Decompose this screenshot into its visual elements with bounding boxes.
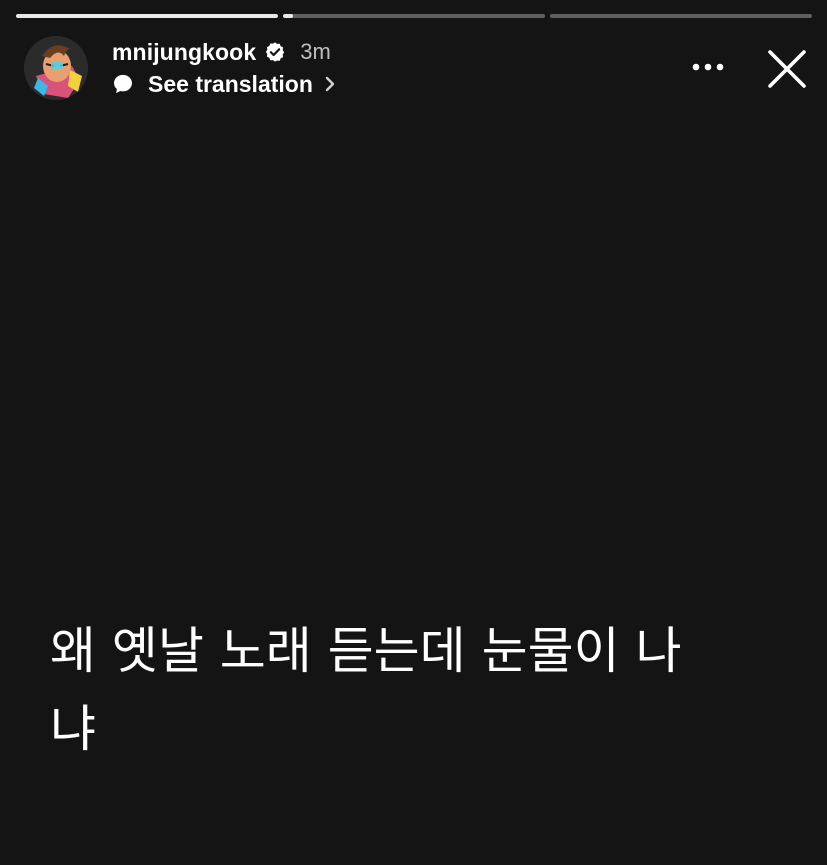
more-horizontal-icon <box>692 63 724 71</box>
username[interactable]: mnijungkook <box>112 39 256 66</box>
verified-badge-icon <box>264 41 286 63</box>
story-text-line: 왜 옛날 노래 듣는데 눈물이 나 <box>50 622 682 680</box>
story-text-line: 냐 <box>50 700 96 758</box>
progress-segment <box>550 14 812 18</box>
story-text: 왜 옛날 노래 듣는데 눈물이 나 냐 <box>50 612 790 768</box>
time-ago: 3m <box>300 39 331 64</box>
progress-fill <box>283 14 294 18</box>
progress-segment <box>16 14 278 18</box>
progress-fill <box>16 14 278 18</box>
user-line: mnijungkook 3m <box>112 38 331 66</box>
chat-bubble-icon <box>112 73 134 95</box>
avatar-illustration-icon <box>24 36 88 100</box>
close-icon <box>768 50 806 88</box>
avatar[interactable] <box>24 36 88 100</box>
close-button[interactable] <box>764 46 810 92</box>
see-translation-label: See translation <box>148 70 313 97</box>
story-progress-bar <box>16 14 812 18</box>
chevron-right-icon <box>323 75 337 93</box>
progress-segment <box>283 14 545 18</box>
more-options-button[interactable] <box>688 49 728 85</box>
see-translation-button[interactable]: See translation <box>112 70 337 98</box>
